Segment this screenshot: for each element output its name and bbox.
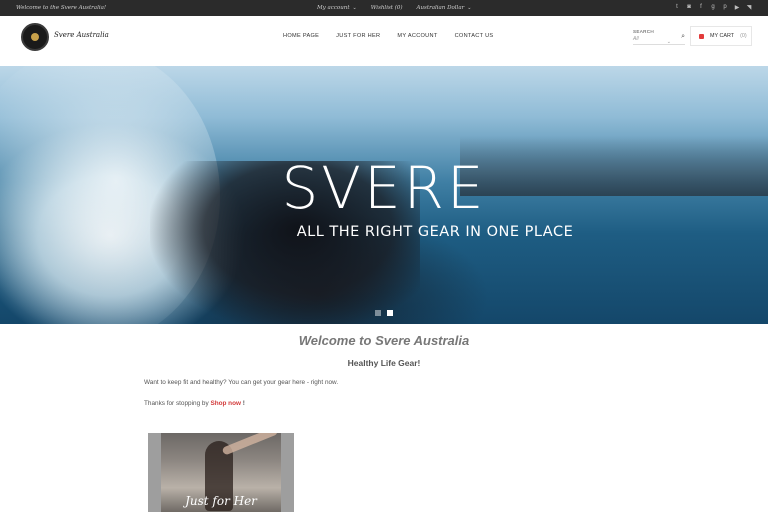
wishlist-link[interactable]: Wishlist (0) (371, 5, 403, 11)
chevron-down-icon: ⌄ (467, 5, 472, 11)
rss-icon[interactable]: ◥ (746, 4, 752, 11)
logo-text[interactable]: Svere Australia (54, 31, 109, 39)
slider-pagination (375, 310, 393, 316)
nav-contact-us[interactable]: CONTACT US (455, 33, 494, 39)
just-for-her-banner[interactable]: Just for Her (148, 433, 294, 512)
search-label: SEARCH (633, 29, 654, 34)
top-links: My account ⌄ Wishlist (0) Australian Doll… (317, 5, 471, 11)
facebook-icon[interactable]: f (698, 4, 704, 11)
twitter-icon[interactable]: t (674, 4, 680, 11)
hero-slider[interactable]: SVERE ALL THE RIGHT GEAR IN ONE PLACE (0, 66, 768, 324)
youtube-icon[interactable]: ▶ (734, 4, 740, 11)
hero-subtitle: ALL THE RIGHT GEAR IN ONE PLACE (296, 224, 574, 240)
my-account-label: My account (317, 5, 350, 11)
shop-now-link[interactable]: Shop now (210, 400, 241, 407)
shop-paragraph: Thanks for stopping by Shop now ! (144, 400, 245, 407)
page-title: Welcome to Svere Australia (298, 333, 470, 348)
currency-selector[interactable]: Australian Dollar ⌄ (417, 5, 472, 11)
top-bar: Welcome to the Svere Australia! My accou… (0, 0, 768, 16)
logo-icon[interactable] (21, 23, 49, 51)
cart-button[interactable]: MY CART (0) (690, 26, 752, 46)
chevron-down-icon: ⌄ (352, 5, 357, 11)
chevron-down-icon: ⌄ (666, 39, 671, 45)
search-box[interactable]: SEARCH All ⌄ ⌕ (633, 29, 685, 45)
search-category-select[interactable]: All (633, 36, 685, 45)
cart-label: MY CART (710, 33, 735, 39)
site-header: Svere Australia HOME PAGE JUST FOR HER M… (0, 16, 768, 66)
nav-home-page[interactable]: HOME PAGE (283, 33, 319, 39)
currency-label: Australian Dollar (416, 5, 465, 11)
shop-paragraph-suffix: ! (242, 400, 245, 407)
cart-icon (699, 33, 704, 39)
tagline: Healthy Life Gear! (347, 358, 421, 368)
google-plus-icon[interactable]: g (710, 4, 716, 11)
welcome-message: Welcome to the Svere Australia! (16, 5, 107, 11)
slider-dot-2[interactable] (387, 310, 393, 316)
nav-just-for-her[interactable]: JUST FOR HER (336, 33, 380, 39)
hero-title: SVERE (281, 154, 487, 222)
pinterest-icon[interactable]: p (722, 4, 728, 11)
cart-count: (0) (740, 33, 747, 39)
shop-paragraph-prefix: Thanks for stopping by (144, 400, 209, 407)
intro-paragraph: Want to keep fit and healthy? You can ge… (144, 379, 339, 386)
promo-label: Just for Her (185, 494, 257, 508)
my-account-link[interactable]: My account ⌄ (317, 5, 357, 11)
slider-dot-1[interactable] (375, 310, 381, 316)
instagram-icon[interactable]: ◙ (686, 4, 692, 11)
main-nav: HOME PAGE JUST FOR HER MY ACCOUNT CONTAC… (283, 33, 493, 39)
nav-my-account[interactable]: MY ACCOUNT (397, 33, 437, 39)
social-links: t ◙ f g p ▶ ◥ (674, 4, 752, 11)
search-icon[interactable]: ⌕ (681, 33, 685, 41)
